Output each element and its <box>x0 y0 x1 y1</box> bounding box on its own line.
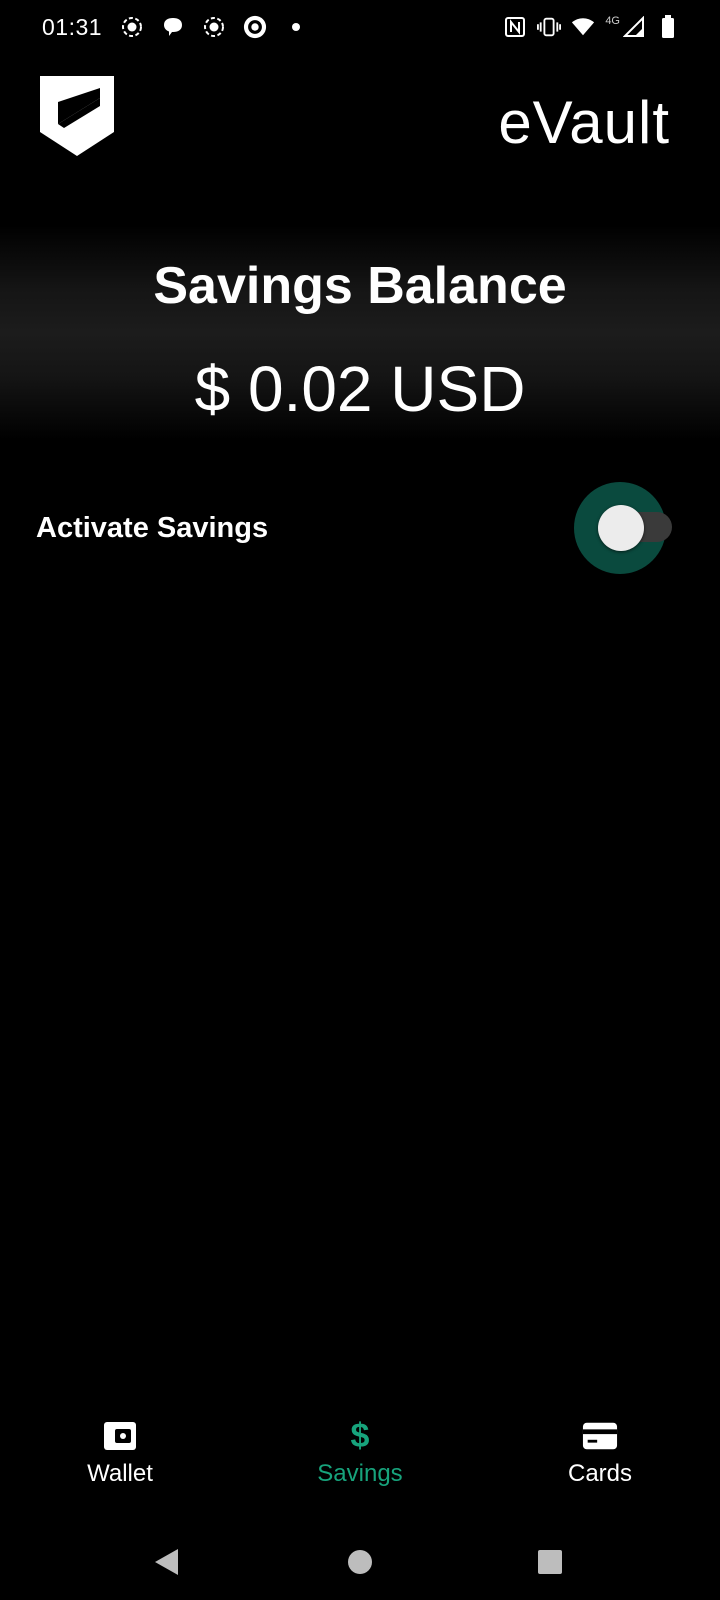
system-nav <box>0 1530 720 1590</box>
nav-item-savings[interactable]: $ Savings <box>240 1418 480 1508</box>
notification-circle-icon <box>202 15 226 39</box>
status-right-icons: 4G <box>503 15 680 39</box>
bottom-nav: Wallet $ Savings Cards <box>0 1418 720 1508</box>
activate-savings-label: Activate Savings <box>36 512 269 544</box>
nav-label-wallet: Wallet <box>87 1460 153 1487</box>
nav-item-wallet[interactable]: Wallet <box>0 1418 240 1508</box>
notification-circle-icon <box>120 15 144 39</box>
activate-savings-toggle[interactable] <box>574 482 674 574</box>
wallet-icon <box>102 1418 138 1454</box>
nav-item-cards[interactable]: Cards <box>480 1418 720 1508</box>
chat-bubble-icon <box>161 15 185 39</box>
battery-icon <box>656 15 680 39</box>
dollar-icon: $ <box>350 1417 370 1455</box>
toggle-thumb[interactable] <box>598 505 644 551</box>
dot-icon <box>284 15 308 39</box>
nfc-icon <box>503 15 527 39</box>
signal-icon <box>622 15 646 39</box>
target-icon <box>243 15 267 39</box>
card-icon <box>582 1418 618 1454</box>
vibrate-icon <box>537 15 562 39</box>
home-icon[interactable] <box>342 1544 378 1580</box>
nav-label-cards: Cards <box>567 1460 633 1487</box>
nav-label-savings: Savings <box>317 1460 403 1487</box>
status-bar: 01:31 4G <box>0 0 720 54</box>
recents-icon[interactable] <box>532 1544 568 1580</box>
evault-logo-icon <box>38 74 116 158</box>
app-title: eVault <box>498 89 670 156</box>
screen: 01:31 4G eVault Savings Balance $ 0.02 U… <box>0 0 720 1600</box>
status-left-icons <box>120 15 308 39</box>
activate-savings-row: Activate Savings <box>0 482 720 574</box>
network-type-label: 4G <box>605 15 620 27</box>
back-icon[interactable] <box>148 1544 184 1580</box>
balance-amount: $ 0.02 USD <box>194 353 526 425</box>
app-header: eVault <box>0 60 720 170</box>
wifi-icon <box>571 15 595 39</box>
status-time: 01:31 <box>42 13 103 40</box>
balance-title: Savings Balance <box>153 257 567 315</box>
